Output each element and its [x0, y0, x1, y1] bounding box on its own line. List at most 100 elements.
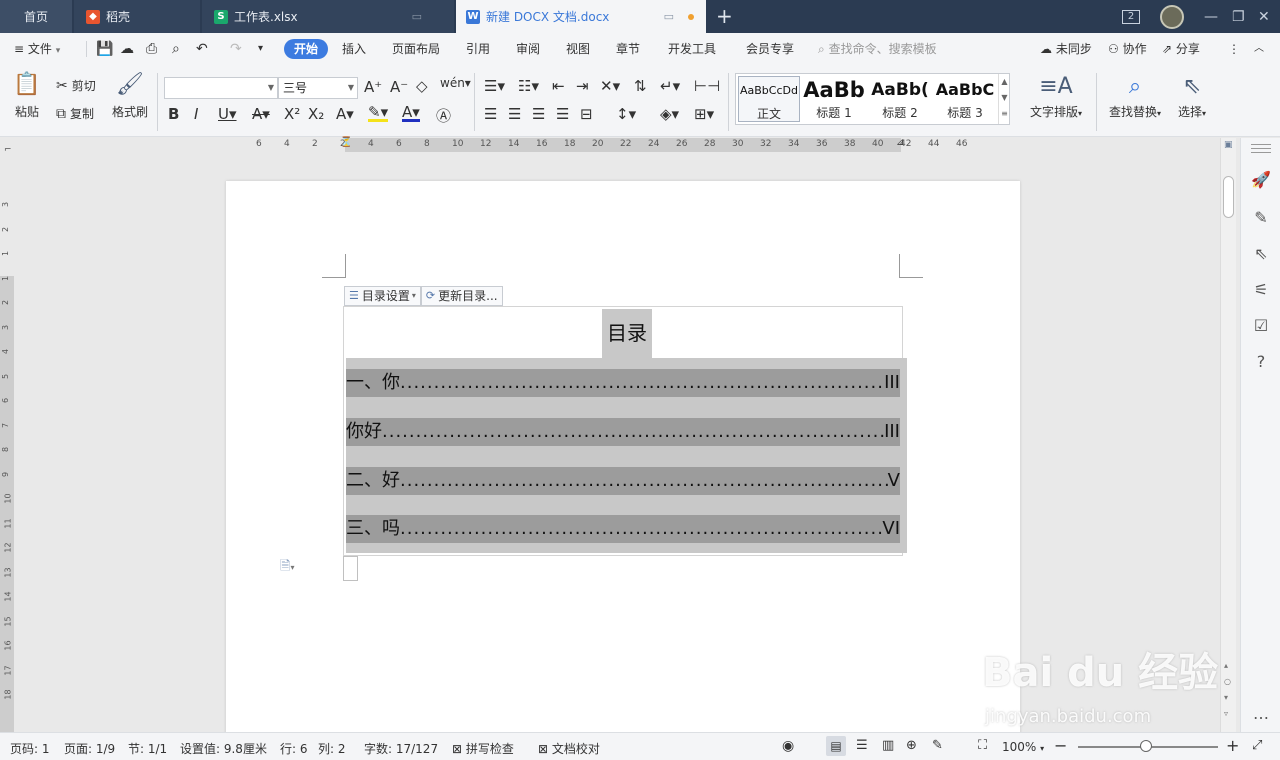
char-border-icon[interactable]: Ⓐ: [436, 105, 451, 126]
style-gallery-scroll[interactable]: ▲ ▼ ≡: [998, 74, 1010, 124]
status-word-count[interactable]: 字数: 17/127: [364, 740, 438, 757]
line-spacing-icon[interactable]: ↕▾: [616, 105, 636, 123]
clear-format-icon[interactable]: ◇: [416, 77, 428, 95]
tab-reference[interactable]: 引用: [466, 39, 490, 59]
minimize-icon[interactable]: —: [1204, 0, 1218, 33]
print-icon[interactable]: ⎙: [146, 39, 157, 59]
avatar[interactable]: [1160, 5, 1184, 29]
chinese-layout-icon[interactable]: ✕▾: [600, 77, 620, 95]
underline-icon[interactable]: U▾: [218, 105, 237, 123]
rocket-icon[interactable]: 🚀: [1251, 170, 1271, 189]
quick-access-more-icon[interactable]: ▾: [258, 39, 263, 59]
page-view-icon[interactable]: ▤: [826, 736, 846, 756]
status-page-number[interactable]: 页码: 1: [10, 740, 50, 757]
tab-stop-icon[interactable]: ⊢⊣: [694, 77, 720, 95]
tab-page-layout[interactable]: 页面布局: [392, 39, 440, 59]
monitor-icon[interactable]: ▭: [664, 10, 674, 23]
text-cursor-area[interactable]: [343, 556, 358, 581]
toc-entry[interactable]: 一、你 ....................................…: [346, 369, 900, 397]
style-normal[interactable]: AaBbCcDd 正文: [738, 76, 800, 122]
status-section[interactable]: 节: 1/1: [128, 740, 167, 757]
zoom-select[interactable]: 100% ▾: [1002, 740, 1044, 754]
copy-button[interactable]: ⧉ 复制: [56, 105, 94, 122]
status-setting[interactable]: 设置值: 9.8厘米: [180, 740, 267, 757]
highlight-icon[interactable]: ✎▾: [368, 105, 389, 122]
status-column[interactable]: 列: 2: [318, 740, 346, 757]
writing-mode-icon[interactable]: ✎: [932, 738, 943, 753]
tab-daoke[interactable]: ◆ 稻壳: [74, 0, 200, 33]
numbered-list-icon[interactable]: ☷▾: [518, 77, 539, 95]
indent-marker-icon[interactable]: ⏳: [340, 137, 352, 148]
help-icon[interactable]: ?: [1251, 352, 1271, 371]
superscript-icon[interactable]: X²: [284, 105, 300, 123]
font-shrink-icon[interactable]: A⁻: [390, 78, 408, 96]
zoom-out-icon[interactable]: −: [1054, 736, 1067, 755]
redo-icon[interactable]: ↷: [230, 39, 242, 59]
status-row[interactable]: 行: 6: [280, 740, 308, 757]
phonetic-icon[interactable]: wén▾: [440, 76, 471, 90]
horizontal-ruler[interactable]: 6 4 2 2 4 6 8 10 12 14 16 18 20 22 24 26 28 30 32 34 36 38 40 4…: [226, 137, 1020, 152]
show-marks-icon[interactable]: ↵▾: [660, 77, 680, 95]
pointer-icon[interactable]: ⇖: [1251, 244, 1271, 263]
right-indent-marker-icon[interactable]: ⊿: [896, 137, 904, 148]
sliders-icon[interactable]: ⚟: [1251, 280, 1271, 299]
style-heading-1[interactable]: AaBb 标题 1: [802, 76, 866, 122]
vertical-ruler[interactable]: 3 2 1 1 2 3 4 5 6 7 8 9 10 11 12 13 14 15 16 17 18: [0, 160, 14, 736]
outline-view-icon[interactable]: ☰: [856, 738, 868, 753]
close-icon[interactable]: ✕: [1258, 0, 1270, 33]
toc-entry[interactable]: 二、好 ....................................…: [346, 467, 900, 495]
restore-icon[interactable]: ❐: [1232, 0, 1245, 33]
ruler-corner-icon[interactable]: ⌐: [4, 145, 12, 155]
spell-check-button[interactable]: ⊠ 拼写检查: [452, 740, 514, 757]
more-icon[interactable]: ⋮: [1228, 39, 1240, 59]
sync-button[interactable]: ☁ 未同步: [1040, 39, 1092, 59]
align-left-icon[interactable]: ☰: [484, 105, 497, 123]
clipboard-check-icon[interactable]: ☑: [1251, 316, 1271, 335]
fullscreen-icon[interactable]: ⤢: [1252, 738, 1262, 753]
align-right-icon[interactable]: ☰: [532, 105, 545, 123]
panel-menu-icon[interactable]: [1251, 144, 1271, 145]
fit-page-icon[interactable]: ⛶: [978, 738, 987, 753]
paste-button[interactable]: 📋 粘贴: [10, 73, 44, 120]
new-tab-button[interactable]: +: [716, 4, 733, 28]
style-heading-3[interactable]: AaBbC 标题 3: [934, 76, 996, 122]
toc-update-button[interactable]: ⟳ 更新目录...: [420, 286, 503, 306]
zoom-in-icon[interactable]: +: [1226, 736, 1239, 755]
status-pages[interactable]: 页面: 1/9: [64, 740, 115, 757]
toc-entry[interactable]: 三、吗 ....................................…: [346, 515, 900, 543]
file-menu[interactable]: ≡ 文件 ▾: [14, 39, 60, 59]
text-effect-icon[interactable]: A▾: [336, 105, 354, 123]
text-layout-button[interactable]: ≡A 文字排版▾: [1026, 75, 1086, 120]
sort-icon[interactable]: ⇅: [634, 77, 647, 95]
more-dots-icon[interactable]: …: [1251, 704, 1271, 723]
font-size-select[interactable]: 三号 ▼: [278, 77, 358, 99]
cut-button[interactable]: ✂ 剪切: [56, 77, 96, 94]
tab-member[interactable]: 会员专享: [746, 39, 794, 59]
window-list-icon[interactable]: 2: [1122, 0, 1140, 33]
tab-start[interactable]: 开始: [284, 39, 329, 59]
distribute-icon[interactable]: ⊟: [580, 105, 593, 123]
toc-settings-button[interactable]: ☰ 目录设置 ▾: [344, 286, 421, 306]
eye-icon[interactable]: ◉: [782, 738, 794, 754]
border-icon[interactable]: ⊞▾: [694, 105, 714, 123]
monitor-icon[interactable]: ▭: [412, 10, 422, 23]
vertical-scrollbar[interactable]: ▣ ▴ ○ ▾ ▿: [1220, 138, 1236, 732]
tab-docx[interactable]: W 新建 DOCX 文档.docx ▭: [456, 0, 706, 33]
tab-sheet[interactable]: S 工作表.xlsx ▭: [202, 0, 454, 33]
tab-chapter[interactable]: 章节: [616, 39, 640, 59]
bold-icon[interactable]: B: [168, 105, 179, 123]
shading-icon[interactable]: ◈▾: [660, 105, 679, 123]
font-color-icon[interactable]: A▾: [402, 105, 420, 122]
style-heading-2[interactable]: AaBb( 标题 2: [868, 76, 932, 122]
collapse-ribbon-icon[interactable]: ︿: [1254, 39, 1264, 59]
italic-icon[interactable]: I: [194, 105, 198, 123]
tab-insert[interactable]: 插入: [342, 39, 366, 59]
undo-icon[interactable]: ↶: [196, 39, 208, 59]
reading-view-icon[interactable]: ▥: [882, 738, 894, 753]
bullet-list-icon[interactable]: ☰▾: [484, 77, 505, 95]
paragraph-layout-icon[interactable]: 🗎▾: [280, 557, 294, 579]
font-grow-icon[interactable]: A⁺: [364, 78, 382, 96]
collaborate-button[interactable]: ⚇ 协作: [1108, 39, 1147, 59]
align-center-icon[interactable]: ☰: [508, 105, 521, 123]
tab-home[interactable]: 首页: [0, 0, 72, 33]
